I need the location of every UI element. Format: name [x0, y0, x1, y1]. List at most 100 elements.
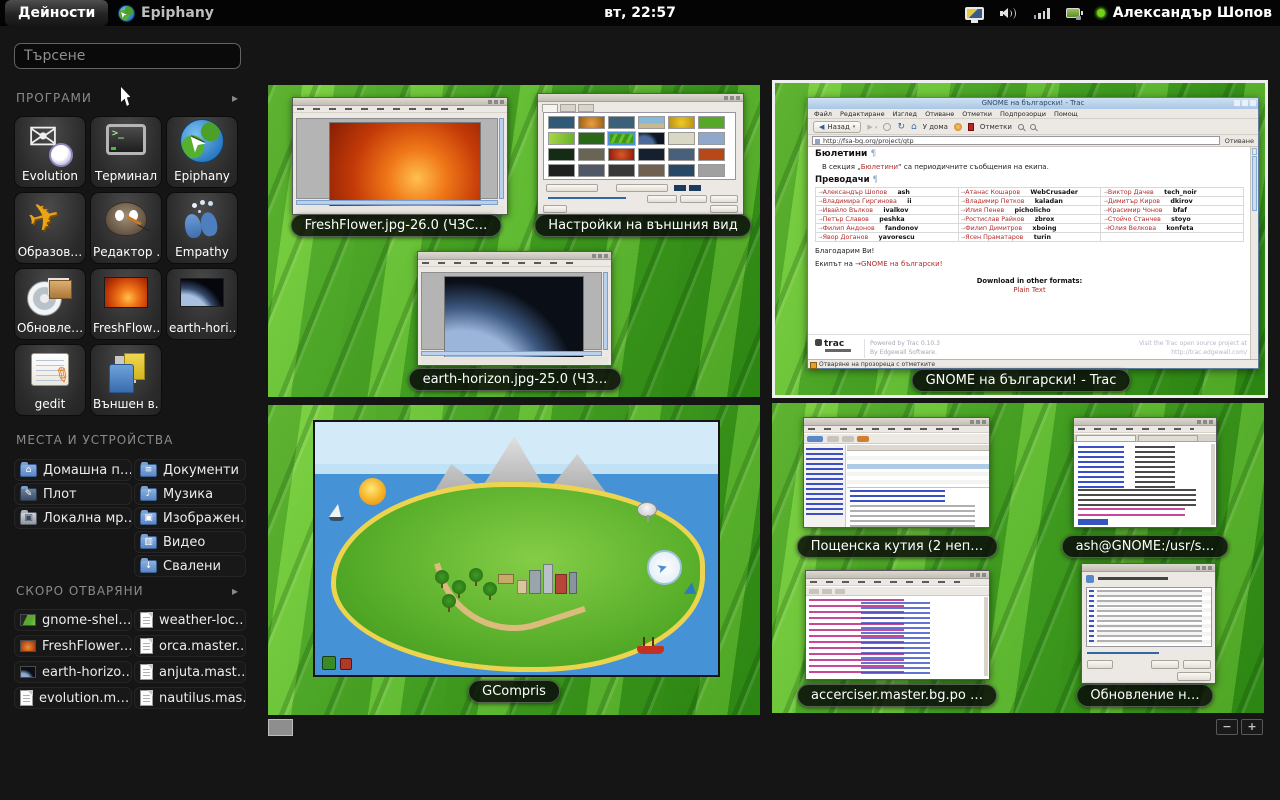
recent-gnome-shell[interactable]: gnome-shel…	[14, 609, 132, 631]
activities-button[interactable]: Дейности	[5, 0, 108, 26]
window-gimp-earth[interactable]	[417, 251, 612, 366]
window-software-update[interactable]	[1081, 563, 1216, 684]
window-gimp-freshflower[interactable]	[292, 97, 508, 215]
tree-graphic	[452, 580, 466, 594]
tab-strip	[542, 104, 594, 112]
powered-by: Powered by Trac 0.10.3 By Edgewall Softw…	[864, 339, 940, 358]
workspace-3[interactable]: GCompris	[268, 405, 760, 715]
terminal-icon	[106, 124, 146, 155]
clock[interactable]: вт, 22:57	[604, 0, 676, 26]
bulletin-link: Бюлетини	[861, 163, 898, 171]
building-graphic	[569, 572, 577, 594]
app-evolution[interactable]: Evolution	[14, 116, 86, 188]
place-documents[interactable]: ≡ Документи	[134, 459, 246, 481]
sun-graphic	[359, 478, 386, 505]
remove-workspace-button[interactable]: −	[1216, 719, 1238, 735]
app-label: gedit	[17, 397, 83, 411]
presence-dot	[1096, 8, 1106, 18]
app-empathy[interactable]: Empathy	[166, 192, 238, 264]
window-label: FreshFlower.jpg-26.0 (ЧЗС…	[291, 214, 502, 237]
app-earth-horizon[interactable]: earth-hori…	[166, 268, 238, 340]
mail-preview	[847, 487, 989, 527]
place-music[interactable]: ♪ Музика	[134, 483, 246, 505]
gedit-body	[809, 599, 982, 676]
add-workspace-button[interactable]: +	[1241, 719, 1263, 735]
app-freshflower[interactable]: FreshFlow…	[90, 268, 162, 340]
desktop-icon: ✎	[20, 488, 37, 501]
network-signal-icon[interactable]	[1034, 7, 1050, 19]
tree-graphic	[469, 568, 483, 582]
app-gimp[interactable]: Редактор …	[90, 192, 162, 264]
recent-orca[interactable]: orca.master.…	[134, 635, 246, 657]
workspace-2-active[interactable]: GNOME на български! - Trac Файл Редактир…	[772, 80, 1268, 398]
place-label: Видео	[163, 535, 205, 550]
recent-freshflower[interactable]: FreshFlower…	[14, 635, 132, 657]
flower-photo	[329, 122, 481, 208]
display-settings-icon[interactable]	[965, 7, 984, 20]
window-evolution-mail[interactable]	[803, 417, 990, 528]
window-appearance-prefs[interactable]	[537, 93, 744, 215]
video-folder-icon: ▥	[140, 536, 157, 549]
window-menubar	[806, 579, 989, 586]
place-network[interactable]: ▣ Локална мр…	[14, 507, 132, 529]
window-gedit-po[interactable]	[805, 570, 990, 680]
browser-titlebar: GNOME на български! - Trac	[808, 98, 1258, 109]
gcompris-toolbar-icon	[340, 658, 352, 670]
app-terminal[interactable]: Терминал	[90, 116, 162, 188]
app-label: FreshFlow…	[93, 321, 159, 335]
epiphany-globe-icon	[180, 119, 224, 163]
recent-expand-icon[interactable]: ▸	[232, 584, 238, 598]
workspace-1[interactable]: FreshFlower.jpg-26.0 (ЧЗС… Настройки на …	[268, 85, 760, 397]
user-menu[interactable]: Александър Шопов	[1096, 5, 1272, 21]
app-software-update[interactable]: Обновле…	[14, 268, 86, 340]
screenshot-thumb-icon	[20, 614, 36, 626]
programs-expand-icon[interactable]: ▸	[232, 91, 238, 105]
place-label: Музика	[163, 487, 213, 502]
place-pictures[interactable]: ▣ Изображен…	[134, 507, 246, 529]
recent-weather-locations[interactable]: weather-loc…	[134, 609, 246, 631]
menu-file: Файл	[814, 110, 832, 118]
terminal-selection	[1078, 519, 1108, 525]
button	[647, 195, 677, 203]
place-home[interactable]: ⌂ Домашна п…	[14, 459, 132, 481]
workspace-4[interactable]: Пощенска кутия (2 неп… ash@GNOME:/usr/s……	[772, 403, 1264, 713]
window-gcompris[interactable]	[313, 420, 720, 677]
go-label: Отиване	[1225, 137, 1254, 145]
menu-view: Изглед	[893, 110, 917, 118]
colors-dropdown	[616, 184, 668, 192]
window-label: Пощенска кутия (2 неп…	[797, 535, 998, 558]
recent-evolution-po[interactable]: evolution.m…	[14, 687, 132, 709]
terminal-tabs	[1074, 434, 1216, 442]
place-downloads[interactable]: ↓ Свалени	[134, 555, 246, 577]
app-menu[interactable]: Epiphany	[118, 0, 214, 26]
stop-icon	[883, 123, 891, 131]
bookmark-icon	[968, 123, 974, 131]
recent-anjuta[interactable]: anjuta.mast…	[134, 661, 246, 683]
url-field: http://fsa-bg.org/project/gtp	[812, 136, 1220, 145]
app-gedit[interactable]: gedit	[14, 344, 86, 416]
place-desktop[interactable]: ✎ Плот	[14, 483, 132, 505]
app-gcompris[interactable]: Образов…	[14, 192, 86, 264]
recent-nautilus[interactable]: nautilus.mas…	[134, 687, 246, 709]
recent-earth-horizon[interactable]: earth-horizo…	[14, 661, 132, 683]
translator-cell: →Юлия Велкова — konfeta	[1101, 224, 1244, 233]
app-label: Epiphany	[169, 169, 235, 183]
pilcrow: ¶	[871, 149, 877, 159]
workspace-indicator[interactable]	[268, 719, 293, 736]
volume-icon[interactable]	[1000, 7, 1018, 20]
mail-list	[847, 452, 989, 486]
window-label: earth-horizon.jpg-25.0 (ЧЗ…	[409, 368, 622, 391]
app-appearance[interactable]: Външен в…	[90, 344, 162, 416]
tux-plane-badge	[647, 550, 682, 585]
window-epiphany-trac[interactable]: GNOME на български! - Trac Файл Редактир…	[807, 97, 1259, 369]
text-document-icon	[140, 690, 153, 706]
mail-toolbar	[804, 434, 989, 444]
mouse-cursor	[121, 87, 134, 106]
button	[1183, 660, 1211, 669]
window-statusbar	[421, 357, 608, 364]
place-video[interactable]: ▥ Видео	[134, 531, 246, 553]
search-input[interactable]	[14, 43, 241, 69]
battery-icon[interactable]	[1066, 8, 1080, 18]
app-epiphany[interactable]: Epiphany	[166, 116, 238, 188]
window-terminal[interactable]	[1073, 417, 1217, 528]
